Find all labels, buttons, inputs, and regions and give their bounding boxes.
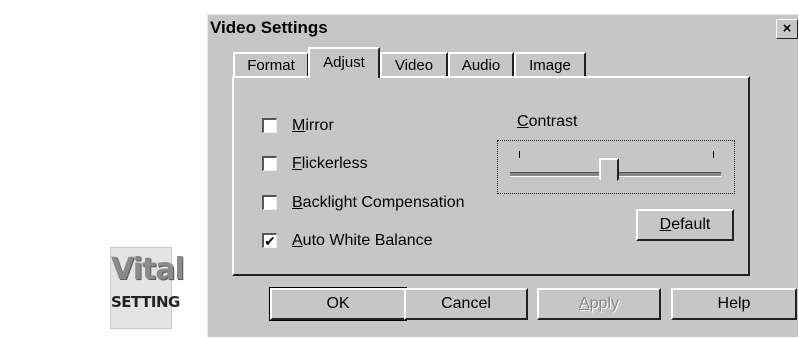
slider-tick-max: [713, 151, 714, 158]
mirror-checkbox[interactable]: [262, 118, 277, 133]
close-button[interactable]: ×: [776, 19, 798, 39]
tab-video[interactable]: Video: [380, 52, 448, 76]
mirror-label: Mirror: [292, 117, 334, 134]
apply-button[interactable]: Apply: [537, 288, 661, 320]
slider-tick-min: [519, 151, 520, 158]
title-bar[interactable]: Video Settings ×: [208, 15, 798, 43]
logo-text-setting: SETTING: [111, 293, 180, 311]
tab-image[interactable]: Image: [514, 52, 586, 76]
contrast-label: Contrast: [517, 113, 578, 130]
ok-button[interactable]: OK: [269, 287, 407, 321]
tab-adjust[interactable]: Adjust: [308, 47, 380, 78]
logo-text-vital: Vital: [111, 252, 185, 287]
tab-format[interactable]: Format: [233, 52, 309, 76]
auto-white-balance-label: Auto White Balance: [292, 232, 433, 249]
contrast-slider[interactable]: [497, 140, 735, 194]
window-title: Video Settings: [210, 18, 328, 37]
slider-thumb[interactable]: [599, 158, 620, 188]
vital-setting-logo: Vital SETTING: [110, 247, 185, 329]
help-button[interactable]: Help: [671, 288, 797, 320]
backlight-compensation-checkbox[interactable]: [262, 195, 277, 210]
backlight-compensation-label: Backlight Compensation: [292, 194, 465, 211]
cancel-button[interactable]: Cancel: [404, 288, 528, 320]
flickerless-checkbox[interactable]: [262, 156, 277, 171]
default-button[interactable]: Default: [636, 209, 734, 241]
tab-audio[interactable]: Audio: [448, 52, 514, 76]
flickerless-label: Flickerless: [292, 155, 368, 172]
auto-white-balance-checkbox[interactable]: ✔: [262, 233, 277, 248]
